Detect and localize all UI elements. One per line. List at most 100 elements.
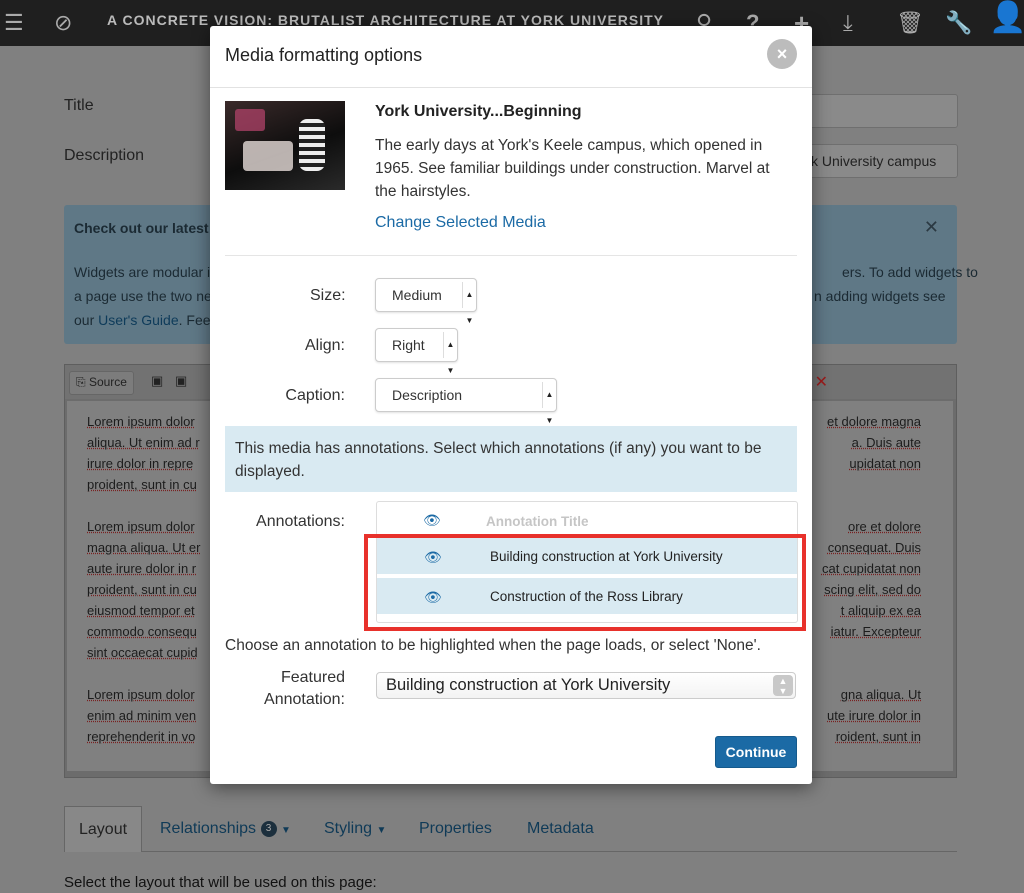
align-value: Right <box>392 337 425 353</box>
editor-text-line: scing elit, sed do <box>824 582 921 597</box>
caption-select[interactable]: Description ▲ ▼ <box>375 378 557 425</box>
eye-icon[interactable]: 👁 <box>424 589 442 606</box>
dropdown-arrow-icon: ▲ ▼ <box>542 382 556 425</box>
editor-text-line: commodo consequ <box>87 624 197 639</box>
annotations-table: 👁 Annotation Title 👁 Building constructi… <box>376 501 798 623</box>
tab-relationships[interactable]: Relationships 3 ▼ <box>160 806 291 852</box>
media-formatting-modal: Media formatting options × York Universi… <box>210 26 812 784</box>
editor-text-line: proident, sunt in cu <box>87 477 197 492</box>
user-icon[interactable]: 👤 <box>989 3 1024 33</box>
source-label: Source <box>88 375 127 389</box>
dropdown-arrow-icon: ▲ ▼ <box>462 282 476 325</box>
close-icon[interactable]: × <box>767 39 797 69</box>
divider <box>225 255 797 256</box>
count-badge: 3 <box>260 820 277 837</box>
size-value: Medium <box>392 287 442 303</box>
modal-header: Media formatting options × <box>210 26 812 88</box>
continue-button[interactable]: Continue <box>715 736 797 768</box>
editor-text-line: upidatat non <box>849 456 921 471</box>
editor-text-line: aute irure dolor in r <box>87 561 197 576</box>
editor-text-line: Lorem ipsum dolor <box>87 687 195 702</box>
annotations-label: Annotations: <box>256 513 345 530</box>
featured-annotation-select[interactable]: Building construction at York University… <box>376 672 796 699</box>
annotation-title-header: Annotation Title <box>486 514 589 529</box>
size-select[interactable]: Medium ▲ ▼ <box>375 278 477 325</box>
editor-text-line: gna aliqua. Ut <box>840 687 921 702</box>
info-line: ers. To add widgets to <box>842 264 978 280</box>
description-value: k University campus <box>811 153 937 169</box>
tab-properties[interactable]: Properties <box>419 806 492 852</box>
eye-icon[interactable]: 👁 <box>423 512 441 529</box>
editor-text-line: eiusmod tempor et <box>87 603 195 618</box>
annotations-table-header: 👁 Annotation Title <box>377 502 797 538</box>
annotation-title: Building construction at York University <box>490 549 723 564</box>
description-label: Description <box>64 147 145 164</box>
editor-text-line: et dolore magna <box>827 414 921 429</box>
modal-title: Media formatting options <box>225 45 423 65</box>
featured-instructions: Choose an annotation to be highlighted w… <box>225 637 761 654</box>
media-title: York University...Beginning <box>375 103 582 120</box>
info-text: . Feel <box>178 312 214 328</box>
caret-down-icon: ▼ <box>376 825 387 836</box>
paste-icon[interactable]: ▣ <box>175 373 187 389</box>
change-selected-media-link[interactable]: Change Selected Media <box>375 214 546 232</box>
editor-text-line: proident, sunt in cu <box>87 582 197 597</box>
editor-text-line: cat cupidatat non <box>821 561 921 576</box>
tab-label: Metadata <box>527 820 594 837</box>
download-icon[interactable]: ⤓ <box>843 9 853 37</box>
editor-text-line: enim ad minim ven <box>87 708 197 723</box>
wrench-icon[interactable]: 🔧 <box>945 9 972 37</box>
annotation-row[interactable]: 👁 Building construction at York Universi… <box>377 538 797 576</box>
featured-annotation-value: Building construction at York University <box>386 676 671 694</box>
updown-arrows-icon: ▲ ▼ <box>773 675 793 696</box>
close-icon[interactable]: ✕ <box>924 217 939 238</box>
size-label: Size: <box>310 287 346 304</box>
editor-text-line: magna aliqua. Ut er <box>87 540 201 555</box>
menu-icon[interactable]: ☰ <box>4 9 24 37</box>
tab-label: Relationships <box>160 820 257 837</box>
editor-text-line: consequat. Duis <box>827 540 921 555</box>
tab-metadata[interactable]: Metadata <box>527 806 594 852</box>
editor-text-line: aliqua. Ut enim ad r <box>87 435 200 450</box>
source-button[interactable]: ⎘ Source <box>69 371 134 395</box>
label-line: Featured <box>280 669 345 686</box>
editor-text-line: Lorem ipsum dolor <box>87 414 195 429</box>
media-thumbnail <box>225 101 345 190</box>
tab-layout[interactable]: Layout <box>64 806 143 852</box>
editor-text-line: t aliquip ex ea <box>840 603 921 618</box>
layout-note: Select the layout that will be used on t… <box>64 874 377 891</box>
tab-label: Layout <box>79 821 128 838</box>
editor-text-line: iatur. Excepteur <box>830 624 921 639</box>
editor-text-line: reprehenderit in vo <box>87 729 196 744</box>
annotations-notice: This media has annotations. Select which… <box>225 426 797 492</box>
label-line: Annotation: <box>264 691 345 708</box>
caption-label: Caption: <box>285 387 345 404</box>
title-input[interactable] <box>800 94 958 128</box>
tab-styling[interactable]: Styling ▼ <box>324 806 386 852</box>
editor-text-line: Lorem ipsum dolor <box>87 519 195 534</box>
align-select[interactable]: Right ▲ ▼ <box>375 328 458 375</box>
featured-annotation-label: Featured Annotation: <box>250 667 345 711</box>
compass-icon[interactable]: ⊘ <box>54 9 72 37</box>
editor-text-line: ore et dolore <box>848 519 921 534</box>
trash-icon[interactable]: 🗑 <box>896 9 924 37</box>
align-label: Align: <box>304 337 345 354</box>
bottom-tabs: Layout Relationships 3 ▼ Styling ▼ Prope… <box>64 806 957 852</box>
description-input[interactable]: k University campus <box>800 144 958 178</box>
info-line: n adding widgets see <box>814 288 946 304</box>
tab-label: Properties <box>419 820 492 837</box>
remove-format-icon[interactable]: ✕ <box>815 372 828 392</box>
editor-text-line: sint occaecat cupid <box>87 645 198 660</box>
users-guide-link[interactable]: User's Guide <box>98 312 178 328</box>
editor-text-line: ute irure dolor in <box>827 708 921 723</box>
eye-icon[interactable]: 👁 <box>424 549 442 566</box>
info-line: our User's Guide. Feel <box>74 312 214 328</box>
info-text: our <box>74 312 99 328</box>
copy-icon[interactable]: ▣ <box>151 373 163 389</box>
title-label: Title <box>64 97 94 114</box>
media-description: The early days at York's Keele campus, w… <box>375 137 770 200</box>
annotation-title: Construction of the Ross Library <box>490 589 683 604</box>
editor-text-line: irure dolor in repre <box>87 456 194 471</box>
annotation-row[interactable]: 👁 Construction of the Ross Library <box>377 578 797 616</box>
dropdown-arrow-icon: ▲ ▼ <box>443 332 457 375</box>
